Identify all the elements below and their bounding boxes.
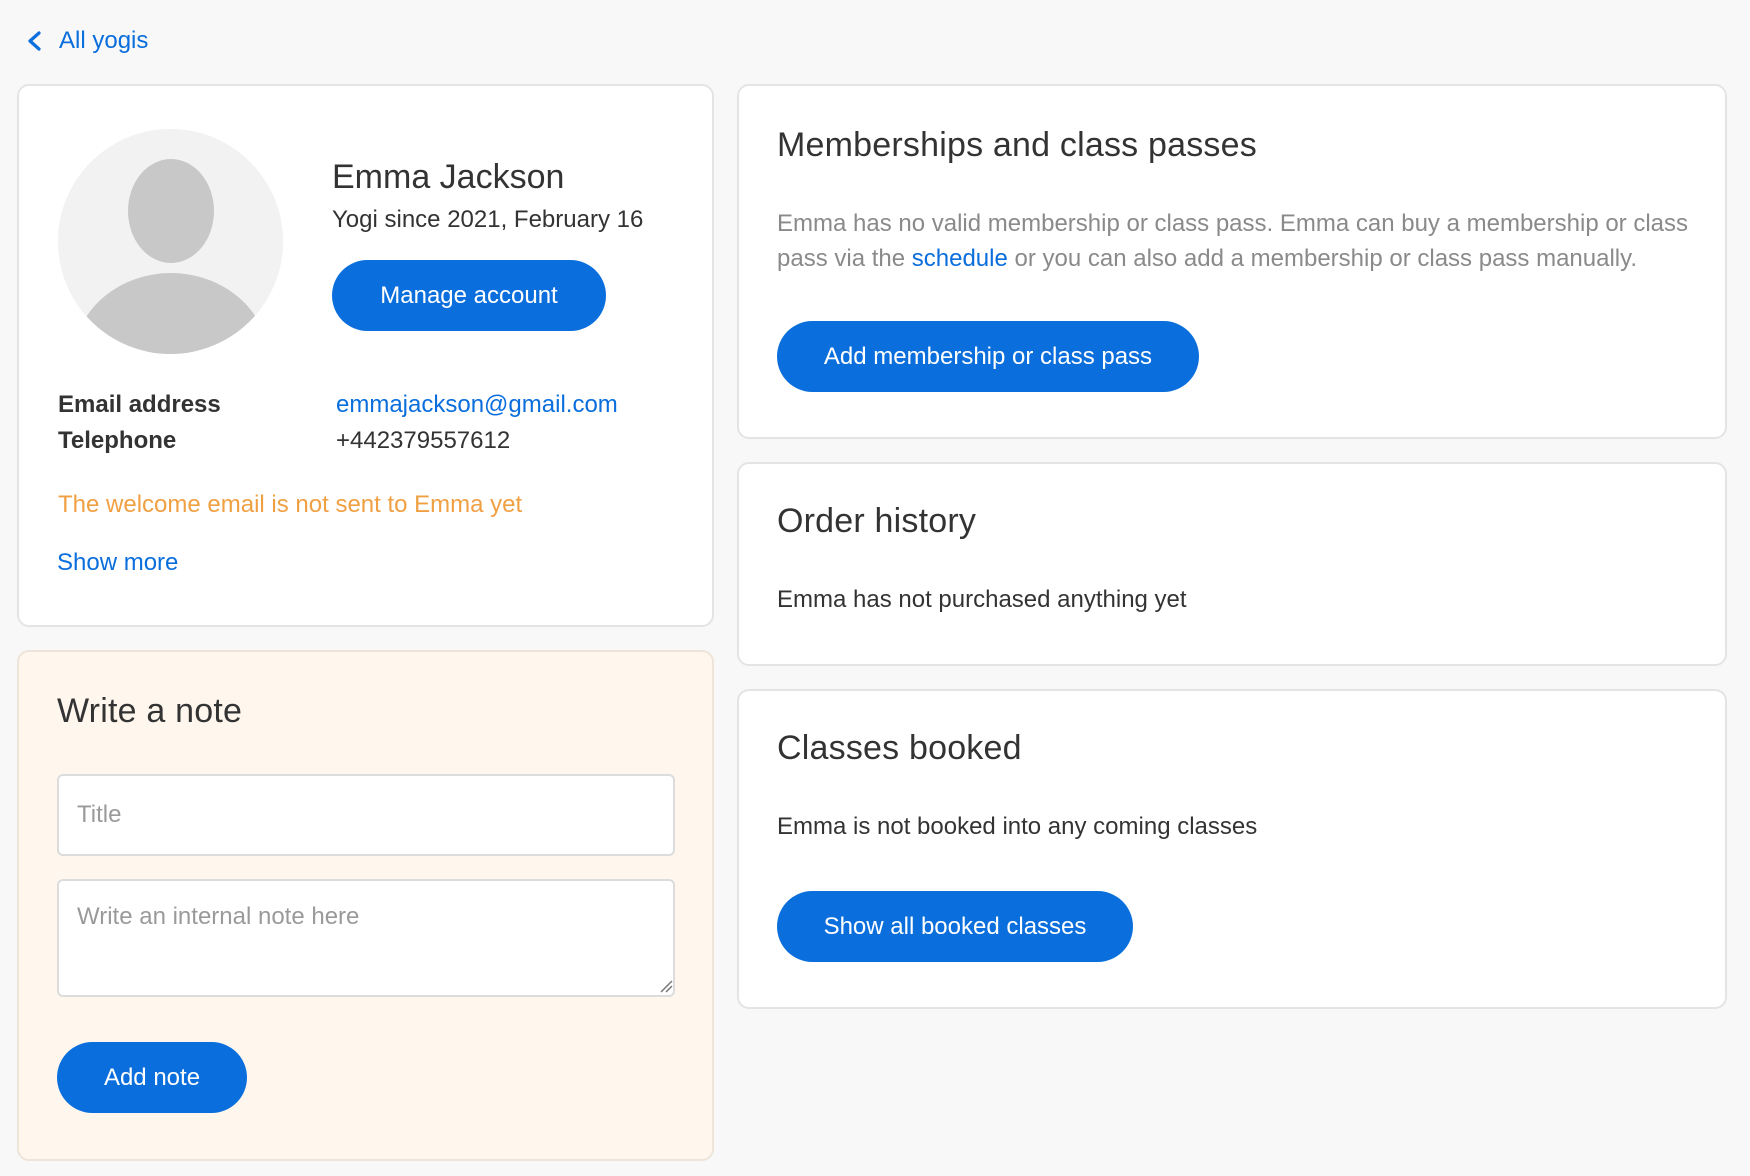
profile-name: Emma Jackson <box>332 158 565 196</box>
email-link[interactable]: emmajackson@gmail.com <box>336 391 618 419</box>
note-body-textarea[interactable] <box>57 879 675 997</box>
show-more-link[interactable]: Show more <box>57 549 178 577</box>
memberships-description: Emma has no valid membership or class pa… <box>777 206 1697 276</box>
chevron-left-icon <box>25 30 45 52</box>
resize-grip-icon[interactable] <box>659 979 673 993</box>
back-link-label: All yogis <box>59 27 149 54</box>
memberships-card: Memberships and class passes Emma has no… <box>737 84 1727 439</box>
memberships-description-end: or you can also add a membership or clas… <box>1007 245 1638 272</box>
telephone-value: +442379557612 <box>336 427 511 454</box>
note-card-title: Write a note <box>57 692 243 730</box>
back-to-all-yogis-link[interactable]: All yogis <box>25 27 148 55</box>
order-history-empty-text: Emma has not purchased anything yet <box>777 586 1187 613</box>
add-note-button[interactable]: Add note <box>57 1042 247 1113</box>
email-label: Email address <box>58 391 221 418</box>
note-title-input[interactable] <box>57 774 675 856</box>
user-silhouette-icon <box>58 129 283 354</box>
add-membership-button[interactable]: Add membership or class pass <box>777 321 1199 392</box>
classes-booked-empty-text: Emma is not booked into any coming class… <box>777 813 1258 840</box>
manage-account-button[interactable]: Manage account <box>332 260 606 331</box>
schedule-link[interactable]: schedule <box>912 245 1008 272</box>
classes-booked-title: Classes booked <box>777 729 1022 767</box>
yogi-profile-page: All yogis Emma Jackson Yogi since 2021, … <box>0 0 1750 1176</box>
welcome-email-warning: The welcome email is not sent to Emma ye… <box>58 491 523 518</box>
member-since-text: Yogi since 2021, February 16 <box>332 206 644 233</box>
profile-card: Emma Jackson Yogi since 2021, February 1… <box>17 84 714 627</box>
show-all-booked-classes-button[interactable]: Show all booked classes <box>777 891 1133 962</box>
order-history-title: Order history <box>777 502 977 540</box>
order-history-card: Order history Emma has not purchased any… <box>737 462 1727 666</box>
memberships-card-title: Memberships and class passes <box>777 126 1257 164</box>
write-note-card: Write a note Add note <box>17 650 714 1161</box>
classes-booked-card: Classes booked Emma is not booked into a… <box>737 689 1727 1009</box>
telephone-label: Telephone <box>58 427 177 454</box>
